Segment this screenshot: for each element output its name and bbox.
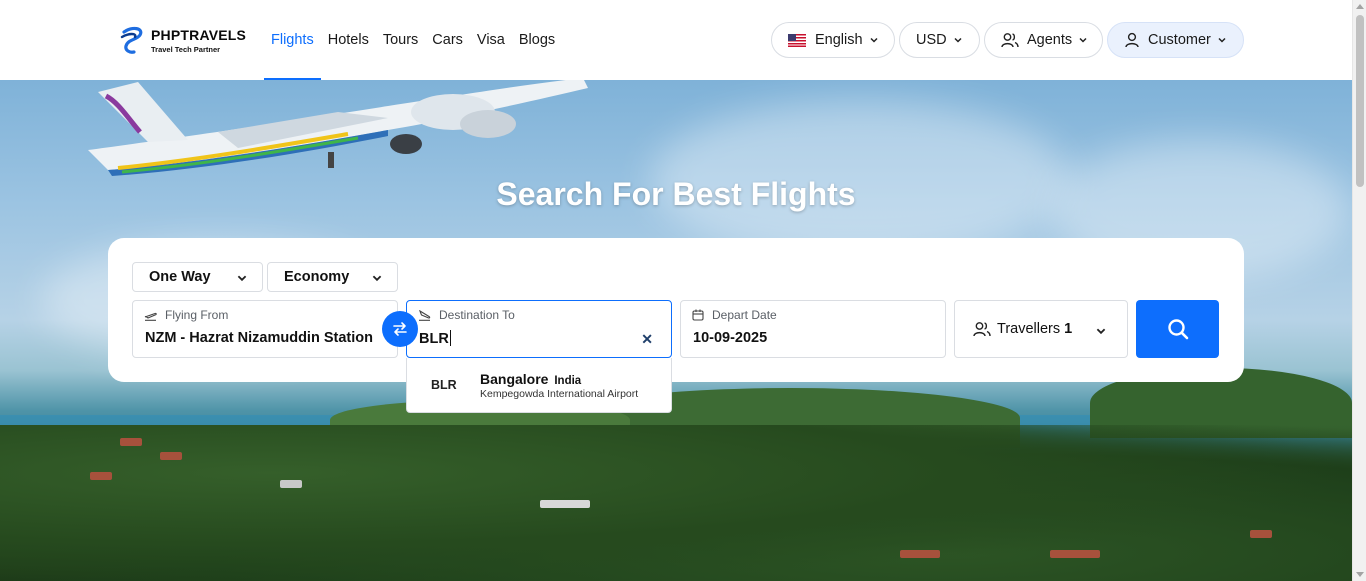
suggestion-country: India [554, 375, 582, 387]
flying-from-label: Flying From [165, 308, 229, 322]
destination-field[interactable]: Destination To BLR ✕ [406, 300, 672, 358]
travellers-label: Travellers [997, 321, 1061, 337]
suggestion-code: BLR [431, 378, 457, 392]
chevron-down-icon [954, 37, 962, 43]
flag-us-icon [788, 33, 806, 47]
scroll-up-arrow[interactable] [1356, 4, 1364, 9]
main-nav: Flights Hotels Tours Cars Visa Blogs [264, 0, 562, 80]
suggestion-item[interactable]: BLR Bangalore India Kempegowda Internati… [407, 358, 671, 412]
chevron-down-icon [372, 275, 382, 282]
nav-hotels[interactable]: Hotels [321, 0, 376, 80]
travellers-field[interactable]: Travellers 1 [954, 300, 1128, 358]
brand-tagline: Travel Tech Partner [151, 45, 221, 54]
cabin-class-select[interactable]: Economy [267, 262, 398, 292]
chevron-down-icon [1096, 328, 1106, 335]
brand-name: PHPTRAVELS [151, 27, 247, 43]
suggestion-airport: Kempegowda International Airport [480, 388, 639, 400]
plane-landing-icon [419, 309, 431, 321]
flight-search-card: One Way Economy Flying From NZM - Hazrat… [108, 238, 1244, 382]
close-icon[interactable]: ✕ [641, 331, 653, 348]
search-button[interactable] [1136, 300, 1219, 358]
chevron-down-icon [1079, 37, 1087, 43]
nav-tours[interactable]: Tours [376, 0, 425, 80]
page-scrollbar[interactable] [1352, 0, 1366, 581]
agents-button[interactable]: Agents [984, 22, 1103, 58]
suggestion-city: Bangalore [480, 371, 549, 387]
currency-label: USD [916, 32, 947, 48]
brand-logo-icon [120, 26, 143, 54]
destination-label-row: Destination To [418, 308, 515, 322]
search-icon [1167, 319, 1188, 340]
destination-suggestions: BLR Bangalore India Kempegowda Internati… [406, 358, 672, 413]
users-icon [1001, 33, 1019, 48]
travellers-count: 1 [1064, 321, 1073, 337]
customer-button[interactable]: Customer [1107, 22, 1244, 58]
trip-type-value: One Way [149, 269, 211, 285]
nav-cars[interactable]: Cars [425, 0, 470, 80]
flying-from-value: NZM - Hazrat Nizamuddin Station [145, 330, 373, 346]
forest [0, 425, 1352, 581]
airplane-image [88, 80, 588, 176]
depart-date-value: 10-09-2025 [693, 330, 768, 346]
swap-icon [393, 322, 407, 336]
flying-from-label-row: Flying From [144, 308, 228, 322]
trip-type-select[interactable]: One Way [132, 262, 263, 292]
plane-takeoff-icon [144, 312, 157, 321]
chevron-down-icon [870, 37, 878, 43]
nav-blogs[interactable]: Blogs [512, 0, 562, 80]
customer-label: Customer [1148, 32, 1211, 48]
agents-label: Agents [1027, 32, 1073, 48]
user-icon [1125, 32, 1139, 48]
depart-date-field[interactable]: Depart Date 10-09-2025 [680, 300, 946, 358]
destination-label: Destination To [439, 308, 515, 322]
swap-button[interactable] [382, 311, 418, 347]
depart-date-label: Depart Date [712, 308, 777, 322]
calendar-icon [692, 309, 704, 321]
scrollbar-thumb[interactable] [1356, 15, 1364, 187]
depart-date-label-row: Depart Date [692, 308, 777, 322]
nav-visa[interactable]: Visa [470, 0, 512, 80]
chevron-down-icon [237, 275, 247, 282]
top-header: PHPTRAVELS Travel Tech Partner Flights H… [0, 0, 1352, 80]
chevron-down-icon [1218, 37, 1226, 43]
destination-input[interactable]: BLR [419, 330, 451, 347]
currency-button[interactable]: USD [899, 22, 980, 58]
hero-title: Search For Best Flights [496, 176, 856, 212]
nav-flights[interactable]: Flights [264, 0, 321, 80]
users-icon [973, 322, 991, 337]
flying-from-field[interactable]: Flying From NZM - Hazrat Nizamuddin Stat… [132, 300, 398, 358]
language-button[interactable]: English [771, 22, 895, 58]
suggestion-city-row: Bangalore India [480, 371, 581, 387]
brand-logo[interactable]: PHPTRAVELS Travel Tech Partner [120, 26, 260, 56]
cabin-class-value: Economy [284, 269, 350, 285]
scroll-down-arrow[interactable] [1356, 572, 1364, 577]
language-label: English [815, 32, 863, 48]
